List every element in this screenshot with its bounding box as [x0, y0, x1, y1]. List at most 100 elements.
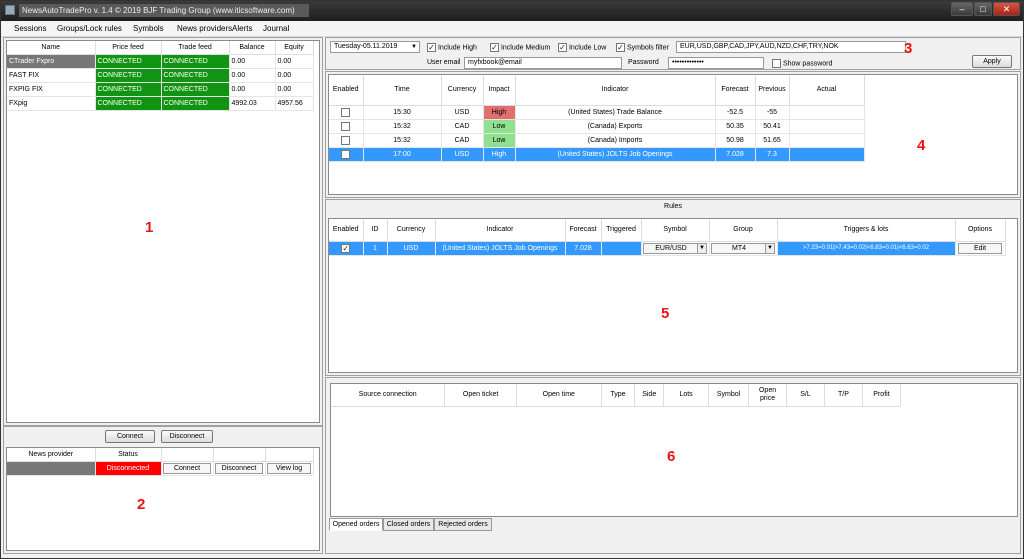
- disconnect-button[interactable]: Disconnect: [161, 430, 213, 443]
- connection-row[interactable]: FXpig CONNECTED CONNECTED 4992.03 4957.5…: [7, 96, 314, 111]
- col-trade-feed[interactable]: Trade feed: [161, 41, 230, 55]
- symbols-filter-checkbox[interactable]: Symbols filter: [616, 43, 669, 52]
- include-high-checkbox[interactable]: Include High: [427, 43, 477, 52]
- calendar-row-selected[interactable]: 17:00 USD High (United States) JOLTS Job…: [329, 147, 865, 162]
- password-label: Password: [628, 59, 659, 66]
- enabled-checkbox[interactable]: [341, 149, 351, 159]
- col-indicator[interactable]: Indicator: [515, 75, 716, 106]
- event-time: 17:00: [363, 147, 442, 162]
- menu-symbols[interactable]: Symbols: [133, 24, 164, 33]
- rule-enabled-checkbox[interactable]: [341, 243, 351, 253]
- equity-value: 0.00: [275, 68, 314, 83]
- tab-rejected-orders[interactable]: Rejected orders: [434, 518, 492, 531]
- view-log-button[interactable]: View log: [267, 462, 311, 474]
- connect-button[interactable]: Connect: [105, 430, 155, 443]
- enabled-checkbox[interactable]: [341, 135, 351, 145]
- news-provider-row[interactable]: Disconnected Connect Disconnect View log: [7, 461, 314, 476]
- col-open-time[interactable]: Open time: [516, 384, 602, 407]
- col-name[interactable]: Name: [7, 41, 96, 55]
- edit-button[interactable]: Edit: [958, 242, 1002, 254]
- menu-groups-lock-rules[interactable]: Groups/Lock rules: [57, 24, 122, 33]
- col-source-connection[interactable]: Source connection: [331, 384, 446, 407]
- col-lots[interactable]: Lots: [663, 384, 709, 407]
- col-news-provider[interactable]: News provider: [7, 448, 96, 462]
- tab-opened-orders[interactable]: Opened orders: [329, 518, 383, 531]
- menu-journal[interactable]: Journal: [263, 24, 289, 33]
- balance-value: 4992.03: [229, 96, 276, 111]
- annotation-4: 4: [917, 137, 926, 154]
- calendar-row[interactable]: 15:32 CAD Low (Canada) Imports 50.98 51.…: [329, 133, 865, 148]
- col-id[interactable]: ID: [363, 219, 388, 242]
- col-open-ticket[interactable]: Open ticket: [444, 384, 517, 407]
- connection-row[interactable]: FXPIG FIX CONNECTED CONNECTED 0.00 0.00: [7, 82, 314, 97]
- trade-feed-status: CONNECTED: [161, 68, 230, 83]
- col-currency[interactable]: Currency: [441, 75, 484, 106]
- menu-alerts[interactable]: Alerts: [232, 24, 252, 33]
- rules-section: Rules Enabled ID Currency Indicator Fore…: [325, 199, 1021, 376]
- event-previous: 51.65: [755, 133, 790, 148]
- group-select[interactable]: MT4 ▼: [711, 242, 775, 254]
- close-button[interactable]: ✕: [993, 2, 1020, 16]
- col-side[interactable]: Side: [634, 384, 665, 407]
- apply-button[interactable]: Apply: [972, 55, 1012, 68]
- col-profit[interactable]: Profit: [862, 384, 902, 407]
- col-open-price[interactable]: Open price: [748, 384, 788, 407]
- include-low-checkbox[interactable]: Include Low: [558, 43, 606, 52]
- chevron-down-icon: ▼: [411, 44, 417, 50]
- connection-name: FAST FIX: [7, 68, 96, 83]
- col-currency[interactable]: Currency: [387, 219, 436, 242]
- connection-row[interactable]: CTrader Fxpro CONNECTED CONNECTED 0.00 0…: [7, 54, 314, 69]
- annotation-6: 6: [667, 448, 676, 465]
- enabled-checkbox[interactable]: [341, 107, 351, 117]
- user-email-field[interactable]: myfxbook@email: [464, 57, 622, 69]
- date-select[interactable]: Tuesday-05.11.2019 ▼: [330, 41, 420, 53]
- col-triggers-lots[interactable]: Triggers & lots: [777, 219, 956, 242]
- group-value: MT4: [732, 244, 746, 252]
- col-forecast[interactable]: Forecast: [565, 219, 602, 242]
- col-symbol[interactable]: Symbol: [641, 219, 710, 242]
- include-medium-checkbox[interactable]: Include Medium: [490, 43, 550, 52]
- col-enabled[interactable]: Enabled: [329, 75, 364, 106]
- col-actual[interactable]: Actual: [789, 75, 865, 106]
- col-impact[interactable]: Impact: [483, 75, 516, 106]
- event-actual: [789, 147, 865, 162]
- col-status[interactable]: Status: [95, 448, 162, 462]
- password-field[interactable]: •••••••••••••: [668, 57, 764, 69]
- menu-news-providers[interactable]: News providers: [177, 24, 232, 33]
- col-type[interactable]: Type: [601, 384, 636, 407]
- news-provider-status: Disconnected: [95, 461, 162, 476]
- symbols-filter-input[interactable]: EUR,USD,GBP,CAD,JPY,AUD,NZD,CHF,TRY,NOK: [676, 41, 906, 53]
- col-price-feed[interactable]: Price feed: [95, 41, 162, 55]
- col-symbol[interactable]: Symbol: [708, 384, 750, 407]
- col-forecast[interactable]: Forecast: [715, 75, 756, 106]
- show-password-checkbox[interactable]: Show password: [772, 59, 832, 68]
- menu-sessions[interactable]: Sessions: [14, 24, 46, 33]
- provider-connect-button[interactable]: Connect: [163, 462, 211, 474]
- col-sl[interactable]: S/L: [786, 384, 825, 407]
- minimize-button[interactable]: –: [951, 2, 973, 16]
- filters-section: Tuesday-05.11.2019 ▼ Include High Includ…: [325, 37, 1021, 70]
- connection-name: FXpig: [7, 96, 96, 111]
- col-tp[interactable]: T/P: [824, 384, 863, 407]
- col-time[interactable]: Time: [363, 75, 442, 106]
- connection-row[interactable]: FAST FIX CONNECTED CONNECTED 0.00 0.00: [7, 68, 314, 83]
- col-indicator[interactable]: Indicator: [435, 219, 566, 242]
- calendar-table: Enabled Time Currency Impact Indicator F…: [329, 75, 865, 162]
- col-options[interactable]: Options: [955, 219, 1006, 242]
- calendar-row[interactable]: 15:30 USD High (United States) Trade Bal…: [329, 105, 865, 120]
- connections-section: Name Price feed Trade feed Balance Equit…: [3, 37, 323, 426]
- col-balance[interactable]: Balance: [229, 41, 276, 55]
- rule-indicator: (United States) JOLTS Job Openings: [435, 241, 566, 256]
- col-equity[interactable]: Equity: [275, 41, 314, 55]
- provider-disconnect-button[interactable]: Disconnect: [215, 462, 263, 474]
- col-enabled[interactable]: Enabled: [329, 219, 364, 242]
- col-previous[interactable]: Previous: [755, 75, 790, 106]
- col-triggered[interactable]: Triggered: [601, 219, 642, 242]
- maximize-button[interactable]: □: [974, 2, 992, 16]
- symbol-select[interactable]: EUR/USD ▼: [643, 242, 707, 254]
- col-group[interactable]: Group: [709, 219, 778, 242]
- rule-row[interactable]: 1 USD (United States) JOLTS Job Openings…: [329, 241, 1006, 256]
- calendar-row[interactable]: 15:32 CAD Low (Canada) Exports 50.35 50.…: [329, 119, 865, 134]
- tab-closed-orders[interactable]: Closed orders: [383, 518, 434, 531]
- enabled-checkbox[interactable]: [341, 121, 351, 131]
